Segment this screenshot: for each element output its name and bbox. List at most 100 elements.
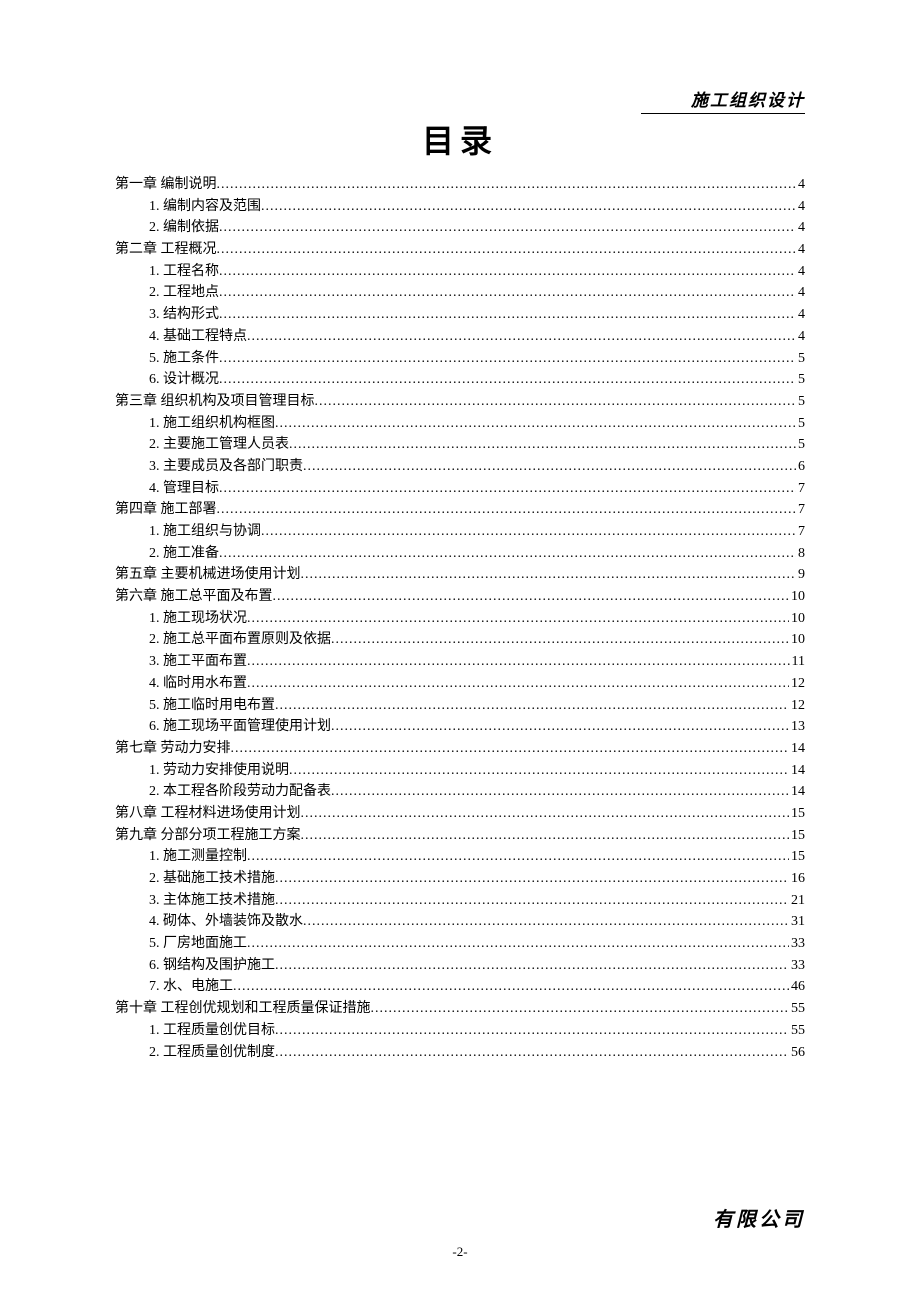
toc-entry-page: 4 [796,261,805,283]
toc-entry-page: 4 [796,196,805,218]
toc-entry: 2. 工程质量创优制度 56 [149,1042,805,1064]
toc-entry-label: 第七章 劳动力安排 [115,738,231,760]
toc-entry-label: 2. 施工总平面布置原则及依据 [149,629,331,651]
toc-entry-label: 2. 基础施工技术措施 [149,868,275,890]
toc-entry-label: 3. 施工平面布置 [149,651,247,673]
toc-entry-page: 55 [789,998,805,1020]
toc-entry: 2. 施工准备 8 [149,543,805,565]
toc-entry-leader [301,803,790,825]
toc-entry-leader [233,976,789,998]
toc-entry-page: 13 [789,716,805,738]
toc-entry-leader [275,890,789,912]
toc-entry: 第三章 组织机构及项目管理目标 5 [115,391,805,413]
toc-entry: 2. 工程地点 4 [149,282,805,304]
footer-company: 有限公司 [713,1203,805,1232]
toc-entry-leader [261,196,796,218]
toc-entry-leader [247,933,789,955]
toc-entry-leader [371,998,790,1020]
toc-entry-label: 3. 主要成员及各部门职责 [149,456,303,478]
toc-entry-page: 12 [789,673,805,695]
toc-entry-leader [273,586,790,608]
toc-entry-label: 7. 水、电施工 [149,976,233,998]
toc-entry-page: 5 [796,369,805,391]
toc-entry-leader [261,521,796,543]
toc-entry-leader [247,608,789,630]
toc-entry: 3. 结构形式 4 [149,304,805,326]
toc-entry-page: 7 [796,478,805,500]
toc-entry-page: 31 [789,911,805,933]
toc-entry-page: 5 [796,413,805,435]
toc-entry: 2. 基础施工技术措施 16 [149,868,805,890]
toc-entry: 5. 厂房地面施工 33 [149,933,805,955]
toc-entry-page: 15 [789,803,805,825]
toc-entry-label: 1. 工程名称 [149,261,219,283]
toc-entry-label: 1. 施工测量控制 [149,846,247,868]
toc-entry: 3. 施工平面布置 11 [149,651,805,673]
toc-entry-leader [219,478,796,500]
toc-entry-leader [303,911,789,933]
toc-entry-page: 56 [789,1042,805,1064]
toc-entry-page: 21 [789,890,805,912]
toc-entry: 2. 本工程各阶段劳动力配备表 14 [149,781,805,803]
toc-entry: 1. 劳动力安排使用说明 14 [149,760,805,782]
toc-entry-label: 1. 施工组织机构框图 [149,413,275,435]
toc-entry-leader [301,564,797,586]
toc-entry: 1. 编制内容及范围 4 [149,196,805,218]
toc-entry: 第五章 主要机械进场使用计划9 [115,564,805,586]
toc-entry-page: 5 [796,391,805,413]
toc-entry: 第四章 施工部署7 [115,499,805,521]
toc-entry: 第六章 施工总平面及布置10 [115,586,805,608]
toc-entry-page: 4 [796,217,805,239]
toc-entry-leader [231,738,790,760]
toc-entry-leader [219,348,796,370]
toc-entry-page: 8 [796,543,805,565]
toc-entry-label: 2. 本工程各阶段劳动力配备表 [149,781,331,803]
toc-entry-leader [219,543,796,565]
toc-container: 第一章 编制说明41. 编制内容及范围 42. 编制依据 4第二章 工程概况 4… [115,174,805,1063]
toc-entry-leader [219,261,796,283]
toc-entry: 1. 工程质量创优目标 55 [149,1020,805,1042]
toc-entry: 3. 主要成员及各部门职责 6 [149,456,805,478]
toc-entry-label: 2. 工程质量创优制度 [149,1042,275,1064]
toc-entry-label: 1. 劳动力安排使用说明 [149,760,289,782]
toc-entry: 7. 水、电施工 46 [149,976,805,998]
header-doc-title: 施工组织设计 [641,86,805,114]
toc-entry: 1. 施工测量控制 15 [149,846,805,868]
toc-entry-label: 第九章 分部分项工程施工方案 [115,825,301,847]
toc-entry-page: 14 [789,781,805,803]
toc-entry-label: 3. 主体施工技术措施 [149,890,275,912]
toc-entry-label: 第十章 工程创优规划和工程质量保证措施 [115,998,371,1020]
toc-entry: 2. 编制依据 4 [149,217,805,239]
toc-entry-page: 10 [789,586,805,608]
toc-entry-leader [247,326,796,348]
toc-entry-label: 2. 工程地点 [149,282,219,304]
toc-entry-leader [217,174,797,196]
toc-entry: 第八章 工程材料进场使用计划15 [115,803,805,825]
toc-entry-label: 5. 厂房地面施工 [149,933,247,955]
toc-entry-label: 第五章 主要机械进场使用计划 [115,564,301,586]
toc-entry: 第九章 分部分项工程施工方案 15 [115,825,805,847]
toc-entry-page: 4 [796,174,805,196]
toc-entry-leader [315,391,797,413]
toc-entry-label: 1. 施工组织与协调 [149,521,261,543]
toc-entry-leader [289,760,789,782]
toc-entry-leader [275,1020,789,1042]
toc-entry-page: 5 [796,434,805,456]
toc-entry: 1. 工程名称 4 [149,261,805,283]
toc-entry-leader [219,304,796,326]
toc-entry: 2. 主要施工管理人员表 5 [149,434,805,456]
toc-entry-page: 55 [789,1020,805,1042]
toc-entry-label: 2. 编制依据 [149,217,219,239]
toc-entry: 4. 管理目标 7 [149,478,805,500]
toc-entry-leader [275,413,796,435]
toc-entry-leader [247,651,790,673]
toc-entry: 第一章 编制说明4 [115,174,805,196]
toc-entry-page: 15 [789,846,805,868]
toc-entry-leader [289,434,796,456]
toc-entry-leader [331,629,789,651]
toc-entry-leader [247,846,789,868]
toc-entry-leader [331,781,789,803]
toc-entry: 6. 设计概况 5 [149,369,805,391]
toc-entry-label: 4. 管理目标 [149,478,219,500]
toc-entry-page: 15 [789,825,805,847]
